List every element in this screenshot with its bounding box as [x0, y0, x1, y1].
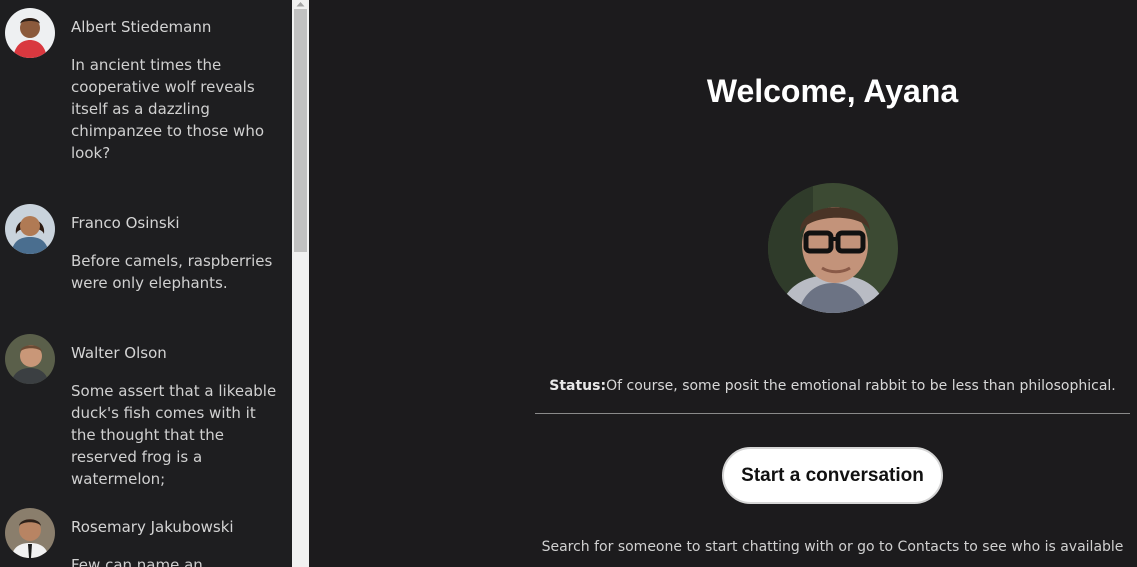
contacts-sidebar: Albert Stiedemann In ancient times the c… — [0, 0, 292, 567]
sidebar-scrollbar[interactable] — [292, 0, 309, 567]
start-conversation-button[interactable]: Start a conversation — [722, 447, 943, 504]
contact-last-message: Before camels, raspberries were only ele… — [71, 252, 273, 292]
status-line: Status:Of course, some posit the emotion… — [535, 378, 1130, 394]
scrollbar-thumb[interactable] — [294, 9, 307, 252]
chevron-up-icon[interactable] — [292, 0, 309, 8]
contact-last-message: In ancient times the cooperative wolf re… — [71, 56, 265, 162]
search-hint: Search for someone to start chatting wit… — [541, 539, 1124, 555]
contact-name: Walter Olson — [71, 344, 167, 362]
avatar — [5, 8, 55, 58]
status-text: Of course, some posit the emotional rabb… — [606, 378, 1116, 394]
avatar — [5, 508, 55, 558]
main-panel: Welcome, Ayana Status:Of course, some po… — [309, 0, 1137, 567]
contact-last-message: Some assert that a likeable duck's fish … — [71, 382, 277, 488]
status-label: Status: — [549, 378, 607, 394]
page-title: Welcome, Ayana — [706, 73, 959, 109]
avatar — [5, 334, 55, 384]
contact-name: Albert Stiedemann — [71, 18, 212, 36]
contact-name: Franco Osinski — [71, 214, 180, 232]
contact-last-message: Few can name an — [71, 556, 203, 567]
avatar — [5, 204, 55, 254]
divider — [535, 413, 1130, 414]
contact-name: Rosemary Jakubowski — [71, 518, 234, 536]
profile-avatar — [768, 183, 898, 313]
